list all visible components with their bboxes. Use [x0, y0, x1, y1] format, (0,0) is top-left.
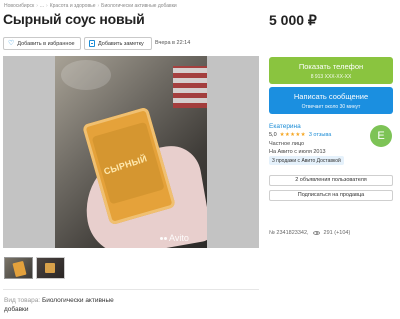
- divider: [3, 289, 259, 290]
- posted-date: Вчера в 22:14: [155, 40, 191, 46]
- phone-masked: 8 913 XXX-XX-XX: [310, 74, 352, 80]
- write-message-button[interactable]: Написать сообщение Отвечает около 30 мин…: [269, 87, 393, 114]
- photo-background-flag: [173, 66, 207, 108]
- heart-icon: ♡: [8, 40, 15, 47]
- thumbnail-1[interactable]: [4, 257, 33, 279]
- breadcrumb-city[interactable]: Новосибирск: [4, 3, 34, 9]
- listing-title: Сырный соус новый: [3, 11, 145, 27]
- add-to-favorites-label: Добавить в избранное: [17, 40, 75, 47]
- eye-icon: [312, 231, 320, 235]
- avito-logo-icon: [160, 236, 167, 240]
- spec-item-type: Вид товара: Биологически активные добавк…: [4, 296, 114, 314]
- star-rating-icon: ★★★★★: [279, 132, 306, 138]
- note-icon: [89, 40, 95, 47]
- listing-meta: № 2341823342, 291 (+104): [269, 230, 350, 236]
- thumbnail-2[interactable]: [36, 257, 65, 279]
- main-photo[interactable]: СЫРНЫЙ: [55, 56, 207, 248]
- spec-value-line1[interactable]: Биологически активные: [42, 297, 114, 304]
- listing-number: № 2341823342,: [269, 230, 309, 236]
- subscribe-seller-button[interactable]: Подписаться на продавца: [269, 190, 393, 201]
- spec-value-line2[interactable]: добавки: [4, 306, 29, 313]
- avito-watermark: Avito: [160, 233, 189, 243]
- delivery-badge: 3 продажи с Авито Доставкой: [269, 156, 344, 165]
- add-to-favorites-button[interactable]: ♡ Добавить в избранное: [3, 37, 81, 50]
- user-ads-button[interactable]: 2 объявления пользователя: [269, 175, 393, 186]
- breadcrumb: Новосибирск ›... › Красота и здоровье › Биоло…: [4, 3, 177, 9]
- breadcrumb-subcategory[interactable]: Биологически активные добавки: [101, 3, 177, 9]
- add-note-button[interactable]: Добавить заметку: [84, 37, 152, 50]
- seller-type: Частное лицо: [269, 141, 305, 147]
- breadcrumb-separator: ›: [97, 3, 100, 9]
- show-phone-button[interactable]: Показать телефон 8 913 XXX-XX-XX: [269, 57, 393, 84]
- add-note-label: Добавить заметку: [98, 40, 144, 47]
- listing-price: 5 000 ₽: [269, 12, 317, 28]
- avito-watermark-text: Avito: [169, 233, 189, 243]
- avatar[interactable]: E: [370, 125, 392, 147]
- rating-value: 5,0: [269, 132, 277, 138]
- breadcrumb-category[interactable]: Красота и здоровье: [50, 3, 96, 9]
- breadcrumb-separator: ›: [36, 3, 38, 9]
- photo-gallery[interactable]: СЫРНЫЙ: [3, 56, 259, 248]
- seller-since: На Авито с июля 2013: [269, 149, 326, 155]
- reviews-link[interactable]: 3 отзыва: [309, 132, 331, 138]
- response-time: Отвечает около 30 минут: [301, 104, 361, 110]
- photo-glare: [61, 60, 111, 90]
- view-count: 291 (+104): [323, 230, 351, 236]
- show-phone-label: Показать телефон: [298, 62, 364, 71]
- seller-name[interactable]: Екатерина: [269, 123, 301, 130]
- write-message-label: Написать сообщение: [293, 92, 369, 101]
- spec-label: Вид товара:: [4, 297, 41, 304]
- breadcrumb-ellipsis[interactable]: ...: [40, 3, 44, 9]
- seller-rating: 5,0 ★★★★★ 3 отзыва: [269, 132, 331, 138]
- breadcrumb-separator: ›: [46, 3, 48, 9]
